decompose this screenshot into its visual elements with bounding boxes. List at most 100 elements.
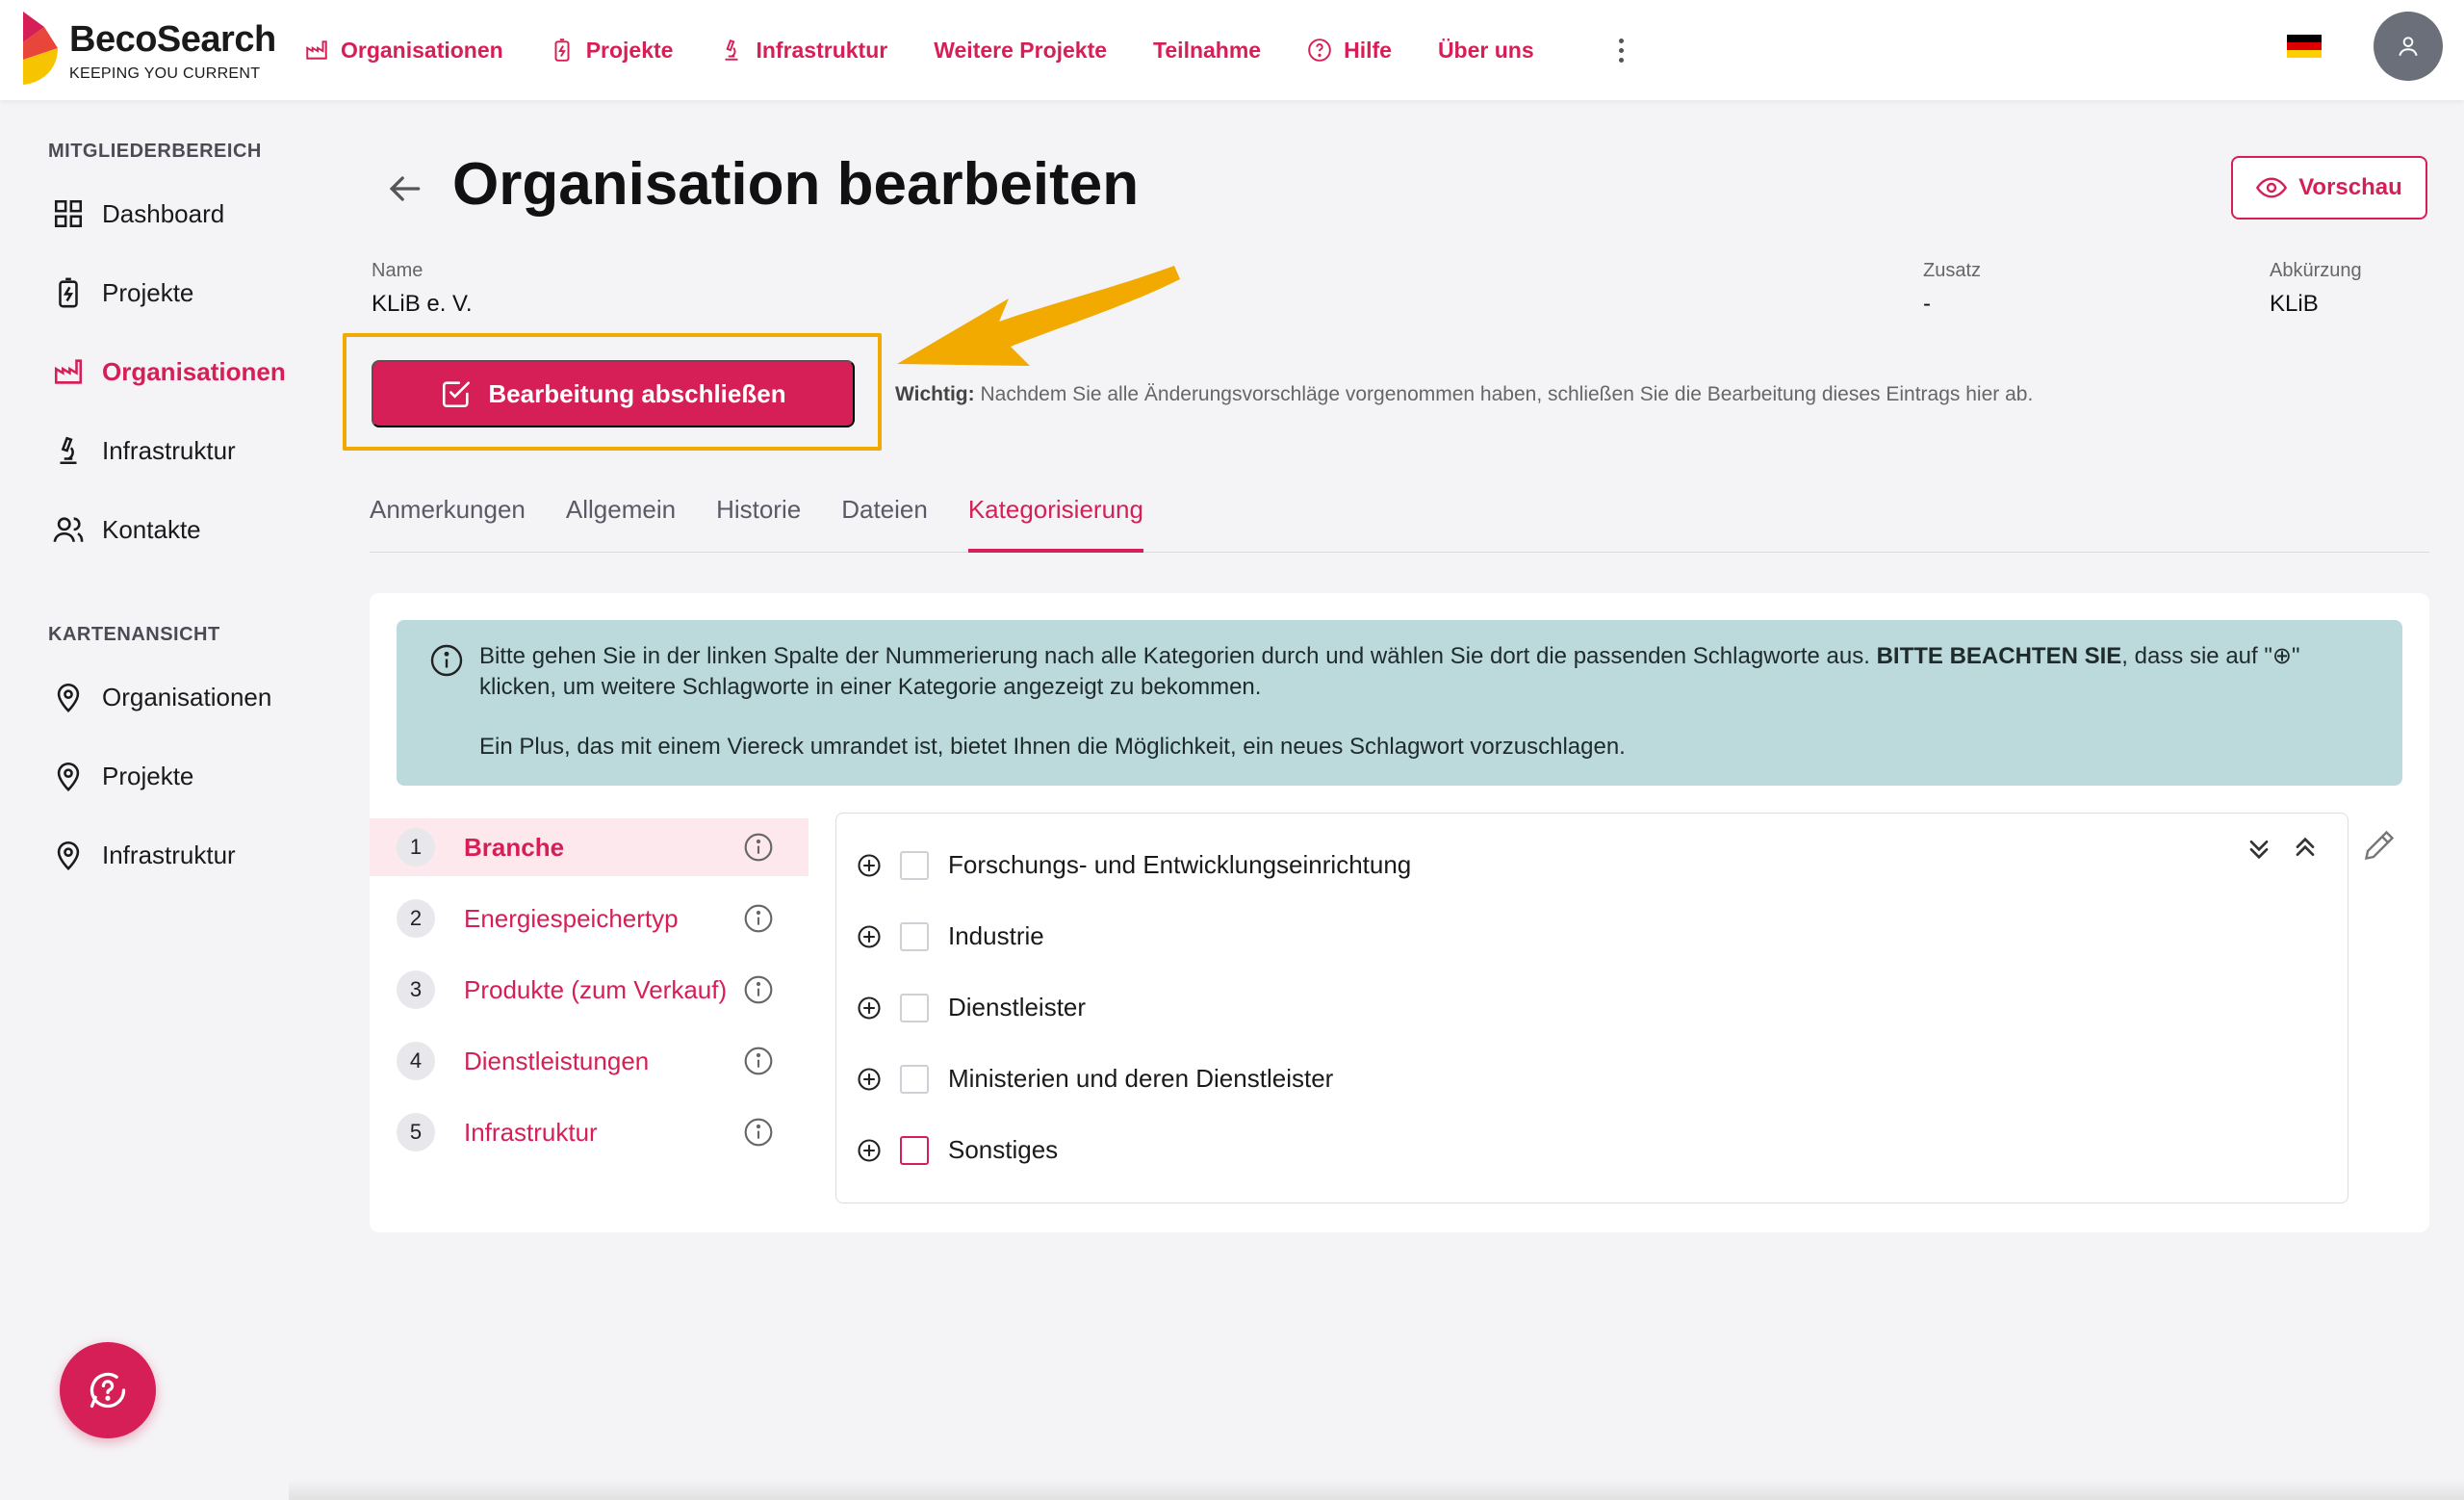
category-label: Infrastruktur (464, 1117, 598, 1147)
finish-editing-button[interactable]: Bearbeitung abschließen (372, 360, 855, 427)
sidebar-item-label: Organisationen (102, 682, 272, 711)
info-line2: Ein Plus, das mit einem Viereck umrandet… (479, 734, 1626, 760)
page-title: Organisation bearbeiten (452, 151, 1140, 218)
sidebar-item-label: Infrastruktur (102, 435, 236, 465)
tab-bar: Anmerkungen Allgemein Historie Dateien K… (370, 487, 2429, 553)
tag-checkbox[interactable] (900, 993, 929, 1022)
zusatz-value: - (1923, 291, 1931, 317)
tag-row[interactable]: Forschungs- und Entwicklungseinrichtung (856, 850, 1411, 880)
logo-mark-icon (23, 12, 58, 85)
pencil-icon[interactable] (2362, 828, 2397, 863)
help-circle-icon (1308, 39, 1331, 62)
battery-icon (554, 39, 570, 62)
sidebar-item-infrastruktur[interactable]: Infrastruktur (52, 434, 236, 467)
tag-row[interactable]: Ministerien und deren Dienstleister (856, 1064, 1333, 1094)
category-label: Branche (464, 832, 565, 862)
category-number: 3 (397, 970, 435, 1009)
sidebar-item-map-organisationen[interactable]: Organisationen (52, 681, 271, 713)
chat-help-icon (90, 1372, 126, 1409)
map-pin-icon (57, 683, 80, 712)
tag-row[interactable]: Sonstiges (856, 1135, 1058, 1165)
tag-row[interactable]: Industrie (856, 921, 1044, 951)
plus-circle-icon[interactable] (856, 923, 883, 950)
tab-kategorisierung[interactable]: Kategorisierung (967, 487, 1143, 553)
sidebar-item-projekte[interactable]: Projekte (52, 276, 193, 309)
collapse-all-icon[interactable] (2290, 833, 2321, 864)
tag-label: Industrie (948, 921, 1044, 950)
tag-checkbox[interactable] (900, 1064, 929, 1094)
nav-item-weitere-projekte[interactable]: Weitere Projekte (934, 38, 1107, 64)
help-chat-button[interactable] (60, 1342, 156, 1438)
sidebar-item-label: Projekte (102, 761, 194, 790)
name-value: KLiB e. V. (372, 291, 473, 317)
nav-item-hilfe[interactable]: Hilfe (1307, 38, 1392, 64)
category-item-dienstleistungen[interactable]: 4 Dienstleistungen (370, 1032, 808, 1090)
top-navigation-bar: BecoSearch KEEPING YOU CURRENT Organisat… (0, 0, 2464, 100)
preview-label: Vorschau (2298, 174, 2402, 200)
category-item-branche[interactable]: 1 Branche (370, 818, 808, 876)
user-avatar[interactable] (2374, 12, 2443, 81)
tag-checkbox[interactable] (900, 850, 929, 880)
back-arrow-icon[interactable] (383, 168, 425, 210)
plus-circle-icon[interactable] (856, 852, 883, 879)
tab-dateien[interactable]: Dateien (841, 487, 928, 553)
category-item-produkte[interactable]: 3 Produkte (zum Verkauf) (370, 961, 808, 1019)
tag-label: Ministerien und deren Dienstleister (948, 1064, 1334, 1093)
sidebar-item-kontakte[interactable]: Kontakte (52, 513, 201, 546)
tag-label: Sonstiges (948, 1135, 1059, 1164)
de-flag-icon[interactable] (2287, 35, 2322, 58)
info-icon[interactable] (743, 832, 774, 863)
tab-historie[interactable]: Historie (716, 487, 801, 553)
abbreviation-value: KLiB (2270, 291, 2319, 317)
important-text: Nachdem Sie alle Änderungsvorschläge vor… (974, 383, 2034, 405)
user-icon (2399, 37, 2418, 57)
users-icon (53, 517, 84, 543)
info-icon[interactable] (743, 974, 774, 1005)
info-icon[interactable] (743, 1117, 774, 1148)
nav-item-teilnahme[interactable]: Teilnahme (1153, 38, 1261, 64)
nav-item-organisationen[interactable]: Organisationen (304, 38, 503, 64)
info-banner: Bitte gehen Sie in der linken Spalte der… (397, 620, 2402, 786)
info-icon[interactable] (743, 1046, 774, 1076)
tag-label: Forschungs- und Entwicklungseinrichtung (948, 850, 1412, 879)
expand-all-icon[interactable] (2244, 833, 2274, 864)
tab-allgemein[interactable]: Allgemein (566, 487, 676, 553)
nav-item-label: Hilfe (1344, 37, 1392, 63)
tab-anmerkungen[interactable]: Anmerkungen (370, 487, 526, 553)
tag-checkbox[interactable] (900, 921, 929, 951)
sidebar-item-organisationen[interactable]: Organisationen (52, 355, 286, 388)
sidebar-item-map-projekte[interactable]: Projekte (52, 760, 193, 792)
brand-name: BecoSearch (69, 19, 276, 60)
category-label: Energiespeichertyp (464, 903, 679, 933)
sidebar-heading-map: KARTENANSICHT (48, 624, 220, 645)
plus-circle-icon[interactable] (856, 1137, 883, 1164)
category-label: Dienstleistungen (464, 1046, 650, 1075)
annotation-arrow-icon (897, 266, 1180, 366)
plus-circle-icon[interactable] (856, 995, 883, 1022)
info-text: Bitte gehen Sie in der linken Spalte der… (479, 641, 2366, 763)
category-item-energiespeichertyp[interactable]: 2 Energiespeichertyp (370, 890, 808, 947)
more-menu-icon[interactable] (1609, 33, 1632, 67)
nav-item-infrastruktur[interactable]: Infrastruktur (719, 38, 887, 64)
sidebar-item-dashboard[interactable]: Dashboard (52, 197, 224, 230)
info-line1-bold: BITTE BEACHTEN SIE (1876, 643, 2122, 669)
category-item-infrastruktur[interactable]: 5 Infrastruktur (370, 1103, 808, 1161)
nav-item-label: Organisationen (341, 37, 503, 63)
nav-item-ueber-uns[interactable]: Über uns (1438, 38, 1534, 64)
eye-icon (2256, 177, 2288, 198)
tag-row[interactable]: Dienstleister (856, 993, 1086, 1022)
finish-editing-label: Bearbeitung abschließen (488, 378, 786, 408)
nav-item-projekte[interactable]: Projekte (550, 38, 673, 64)
tags-panel: Forschungs- und Entwicklungseinrichtung … (835, 813, 2348, 1203)
info-line1-start: Bitte gehen Sie in der linken Spalte der… (479, 643, 1877, 669)
preview-button[interactable]: Vorschau (2231, 156, 2427, 220)
becosearch-logo[interactable]: BecoSearch KEEPING YOU CURRENT (19, 10, 276, 91)
microscope-icon (725, 39, 738, 61)
info-icon[interactable] (743, 903, 774, 934)
plus-circle-icon[interactable] (856, 1066, 883, 1093)
category-list: 1 Branche 2 Energiespeichertyp 3 Produkt… (370, 818, 808, 1175)
main-nav: Organisationen Projekte Infrastruktur We… (304, 0, 1534, 100)
tag-checkbox[interactable] (900, 1135, 929, 1165)
sidebar-item-map-infrastruktur[interactable]: Infrastruktur (52, 839, 236, 871)
factory-icon (54, 359, 83, 384)
